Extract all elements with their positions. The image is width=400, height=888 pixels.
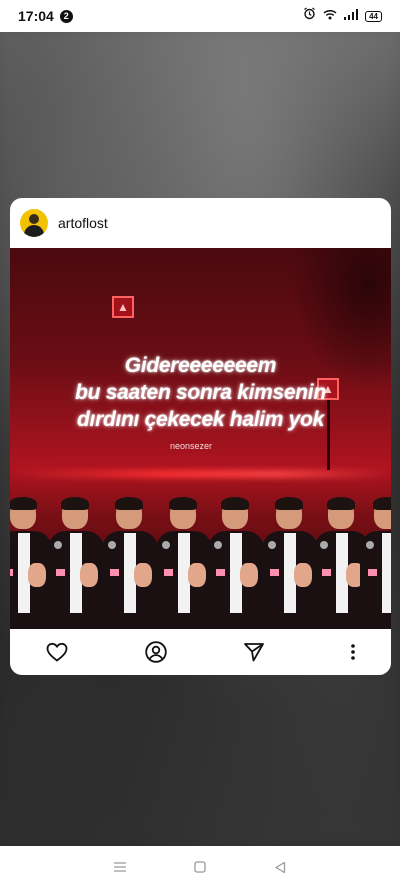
username[interactable]: artoflost [58,215,108,231]
post-overlay-text: Gidereeeeeeem bu saaten sonra kimsenin d… [10,352,391,433]
profile-icon[interactable] [144,640,168,664]
menu-icon[interactable] [108,855,132,879]
avatar[interactable] [20,209,48,237]
send-icon[interactable] [242,640,266,664]
overlay-line: bu saaten sonra kimsenin [75,381,326,404]
back-triangle-icon[interactable] [268,855,292,879]
post-image[interactable]: ▲ ▲ Gidereeeeeeem bu saaten sonra kimsen… [10,248,391,629]
wifi-icon [323,7,337,25]
post-header: artoflost [10,198,391,248]
more-vertical-icon[interactable] [341,640,365,664]
status-icons: 44 [303,7,382,25]
warning-sign-icon: ▲ [112,296,134,318]
battery-indicator: 44 [365,10,382,22]
status-bar: 17:04 2 44 [0,0,400,32]
overlay-line: Gidereeeeeeem [124,354,277,377]
home-square-icon[interactable] [188,855,212,879]
repeated-figures [10,497,391,629]
watermark: neonsezer [170,441,213,451]
status-time: 17:04 [18,8,54,24]
post-preview-card[interactable]: artoflost ▲ ▲ Gidereeeeeeem bu saaten so… [10,198,391,675]
alarm-icon [303,7,316,25]
notification-count-badge: 2 [59,9,73,23]
overlay-line: dırdını çekecek halim yok [77,408,324,431]
signal-icon [344,7,359,25]
system-navigation-bar [0,846,400,888]
heart-icon[interactable] [45,640,69,664]
post-actions [10,629,391,675]
